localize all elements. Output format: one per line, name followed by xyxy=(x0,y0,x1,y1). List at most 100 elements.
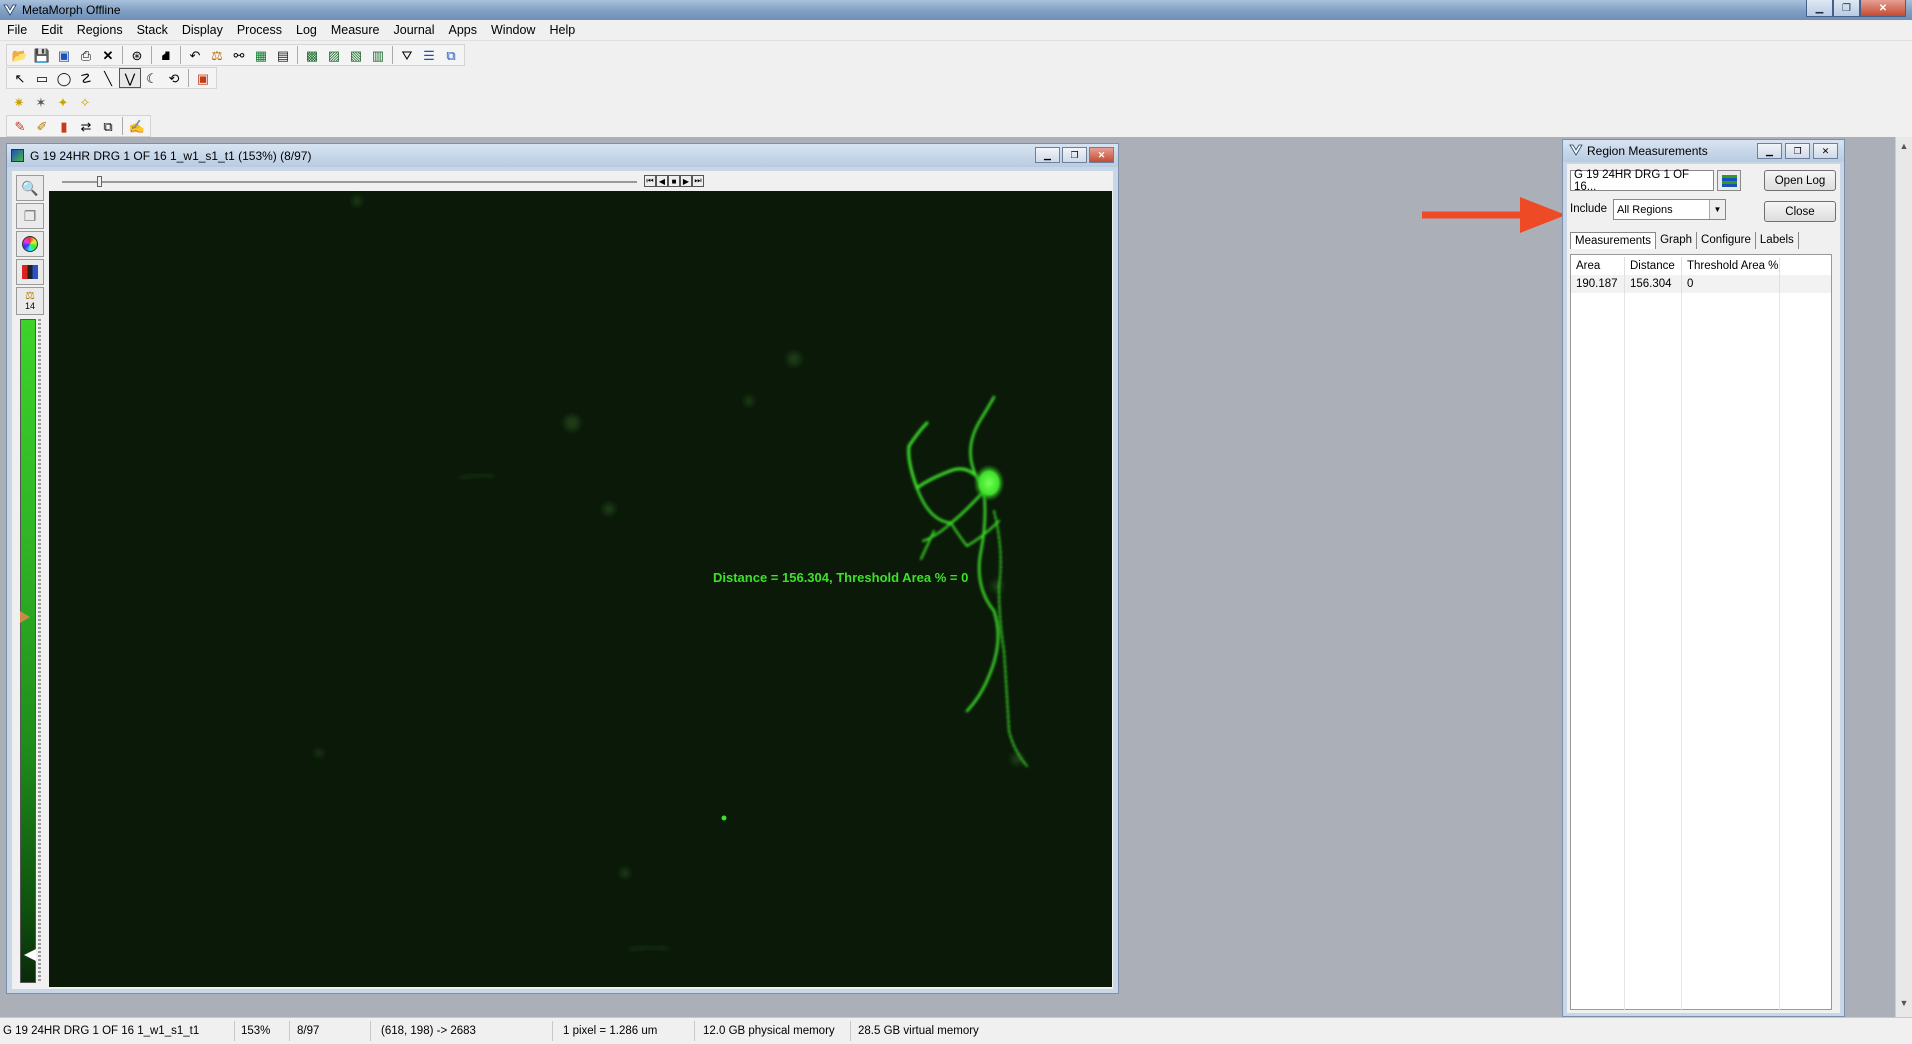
close-button[interactable]: ✕ xyxy=(1860,0,1906,17)
region-colors-icon[interactable]: ▣ xyxy=(192,68,214,88)
target-icon[interactable]: ⊛ xyxy=(126,45,148,65)
main-vertical-scrollbar[interactable]: ▲ ▼ xyxy=(1895,137,1912,1017)
close-x-icon[interactable]: ✕ xyxy=(97,45,119,65)
tab-measurements[interactable]: Measurements xyxy=(1570,232,1657,249)
scale-icon[interactable]: ⚖ xyxy=(206,45,228,65)
scale-balance-icon[interactable]: ⚖ 14 xyxy=(16,287,44,315)
menu-edit[interactable]: Edit xyxy=(34,20,70,41)
close-button[interactable]: Close xyxy=(1764,201,1836,222)
region-close-window-button[interactable]: ✕ xyxy=(1813,143,1838,159)
transfer-regions-icon[interactable]: ⇄ xyxy=(75,116,97,136)
camera-icon[interactable]: ▩ xyxy=(301,45,323,65)
menu-help[interactable]: Help xyxy=(542,20,582,41)
menu-log[interactable]: Log xyxy=(289,20,324,41)
image-close-button[interactable]: ✕ xyxy=(1089,147,1114,163)
undo-icon[interactable]: ↶ xyxy=(184,45,206,65)
journal-icon[interactable]: ▥ xyxy=(367,45,389,65)
polyline-tool-icon[interactable]: ⋁ xyxy=(119,68,141,88)
print-icon[interactable]: ⎙ xyxy=(75,45,97,65)
zoom-icon[interactable]: 🔍 xyxy=(16,175,44,201)
filter-icon[interactable]: ▦ xyxy=(250,45,272,65)
image-minimize-button[interactable]: ▁ xyxy=(1035,147,1060,163)
line-tool-icon[interactable]: ╲ xyxy=(97,68,119,88)
rectangle-tool-icon[interactable]: ▭ xyxy=(31,68,53,88)
image-window: G 19 24HR DRG 1 OF 16 1_w1_s1_t1 (153%) … xyxy=(6,143,1119,994)
lut-high-marker-icon[interactable] xyxy=(24,949,36,961)
region-panel-title-bar[interactable]: Region Measurements ▁ ❐ ✕ xyxy=(1563,140,1844,162)
lut-icon[interactable] xyxy=(16,259,44,285)
last-frame-icon[interactable]: ⏭ xyxy=(692,175,704,187)
image-restore-button[interactable]: ❐ xyxy=(1062,147,1087,163)
plane-slider-thumb[interactable] xyxy=(97,176,102,187)
menu-regions[interactable]: Regions xyxy=(70,20,130,41)
region-minimize-button[interactable]: ▁ xyxy=(1757,143,1782,159)
column-header-threshold-area[interactable]: Threshold Area % xyxy=(1682,257,1780,275)
image-canvas[interactable]: Distance = 156.304, Threshold Area % = 0 xyxy=(49,191,1112,987)
open-log-button[interactable]: Open Log xyxy=(1764,170,1836,191)
open-folder-icon[interactable]: 📂 xyxy=(9,45,31,65)
next-frame-icon[interactable]: ▶ xyxy=(680,175,692,187)
tab-labels[interactable]: Labels xyxy=(1756,232,1799,249)
plane-slider-track[interactable] xyxy=(62,181,637,183)
column-header-distance[interactable]: Distance xyxy=(1625,257,1682,275)
freehand-tool-icon[interactable]: ☡ xyxy=(75,68,97,88)
data-log-icon[interactable] xyxy=(1717,170,1741,191)
pin-region-icon[interactable]: ✧ xyxy=(74,92,96,112)
restore-button[interactable]: ❐ xyxy=(1833,0,1860,17)
image-select-dropdown[interactable]: G 19 24HR DRG 1 OF 16... xyxy=(1570,169,1714,193)
scroll-track[interactable] xyxy=(1896,154,1912,994)
zoom-tool-icon[interactable]: ▨ xyxy=(323,45,345,65)
arc-tool-icon[interactable]: ☾ xyxy=(141,68,163,88)
plane-slider[interactable]: ⏮ ◀ ■ ▶ ⏭ xyxy=(52,175,1110,189)
save-icon[interactable]: 💾 xyxy=(31,45,53,65)
menu-measure[interactable]: Measure xyxy=(324,20,387,41)
separator xyxy=(122,117,123,135)
menu-process[interactable]: Process xyxy=(230,20,289,41)
eraser-icon[interactable]: ▮ xyxy=(53,116,75,136)
pencil-alt-icon[interactable]: ✐ xyxy=(31,116,53,136)
save-as-icon[interactable]: ▣ xyxy=(53,45,75,65)
prev-frame-icon[interactable]: ◀ xyxy=(656,175,668,187)
trace-icon[interactable]: ✶ xyxy=(30,92,52,112)
arrow-tool-icon[interactable]: ↖ xyxy=(9,68,31,88)
copy-icon[interactable]: ❐ xyxy=(16,203,44,229)
copy-regions-icon[interactable]: ⧉ xyxy=(97,116,119,136)
spiral-tool-icon[interactable]: ⟲ xyxy=(163,68,185,88)
ellipse-tool-icon[interactable]: ◯ xyxy=(53,68,75,88)
scroll-down-icon[interactable]: ▼ xyxy=(1896,994,1912,1011)
include-dropdown[interactable]: All Regions ▼ xyxy=(1613,199,1726,220)
minimize-button[interactable]: ▁ xyxy=(1806,0,1833,17)
menu-stack[interactable]: Stack xyxy=(130,20,175,41)
acquire-icon[interactable]: ⛘ xyxy=(155,45,177,65)
cascade-icon[interactable]: ⧉ xyxy=(440,45,462,65)
magic-wand-icon[interactable]: ✦ xyxy=(52,92,74,112)
menu-file[interactable]: File xyxy=(0,20,34,41)
region-restore-button[interactable]: ❐ xyxy=(1785,143,1810,159)
menu-apps[interactable]: Apps xyxy=(442,20,485,41)
column-header-area[interactable]: Area xyxy=(1571,257,1625,275)
table-row[interactable]: 190.187 156.304 0 xyxy=(1571,275,1831,293)
stop-icon[interactable]: ■ xyxy=(668,175,680,187)
separator xyxy=(122,46,123,64)
menu-journal[interactable]: Journal xyxy=(387,20,442,41)
menu-window[interactable]: Window xyxy=(484,20,542,41)
tab-configure[interactable]: Configure xyxy=(1697,232,1756,249)
toolbar-row-3: ✷ ✶ ✦ ✧ xyxy=(6,91,98,113)
tab-graph[interactable]: Graph xyxy=(1656,232,1698,249)
image-window-title-bar[interactable]: G 19 24HR DRG 1 OF 16 1_w1_s1_t1 (153%) … xyxy=(7,144,1118,167)
first-frame-icon[interactable]: ⏮ xyxy=(644,175,656,187)
tile-icon[interactable]: ☰ xyxy=(418,45,440,65)
binoculars-icon[interactable]: ⚯ xyxy=(228,45,250,65)
menu-display[interactable]: Display xyxy=(175,20,230,41)
chevron-down-icon[interactable]: ▼ xyxy=(1709,200,1725,219)
auto-region-icon[interactable]: ✷ xyxy=(8,92,30,112)
stack-icon[interactable]: ▤ xyxy=(272,45,294,65)
lut-low-marker-icon[interactable] xyxy=(20,611,30,623)
annotate-icon[interactable]: ✍ xyxy=(126,116,148,136)
scroll-up-icon[interactable]: ▲ xyxy=(1896,137,1912,154)
settings-icon[interactable]: ▧ xyxy=(345,45,367,65)
pencil-icon[interactable]: ✎ xyxy=(9,116,31,136)
lut-intensity-bar[interactable] xyxy=(20,319,36,983)
color-wheel-icon[interactable] xyxy=(16,231,44,257)
log-icon[interactable]: ⛛ xyxy=(396,45,418,65)
